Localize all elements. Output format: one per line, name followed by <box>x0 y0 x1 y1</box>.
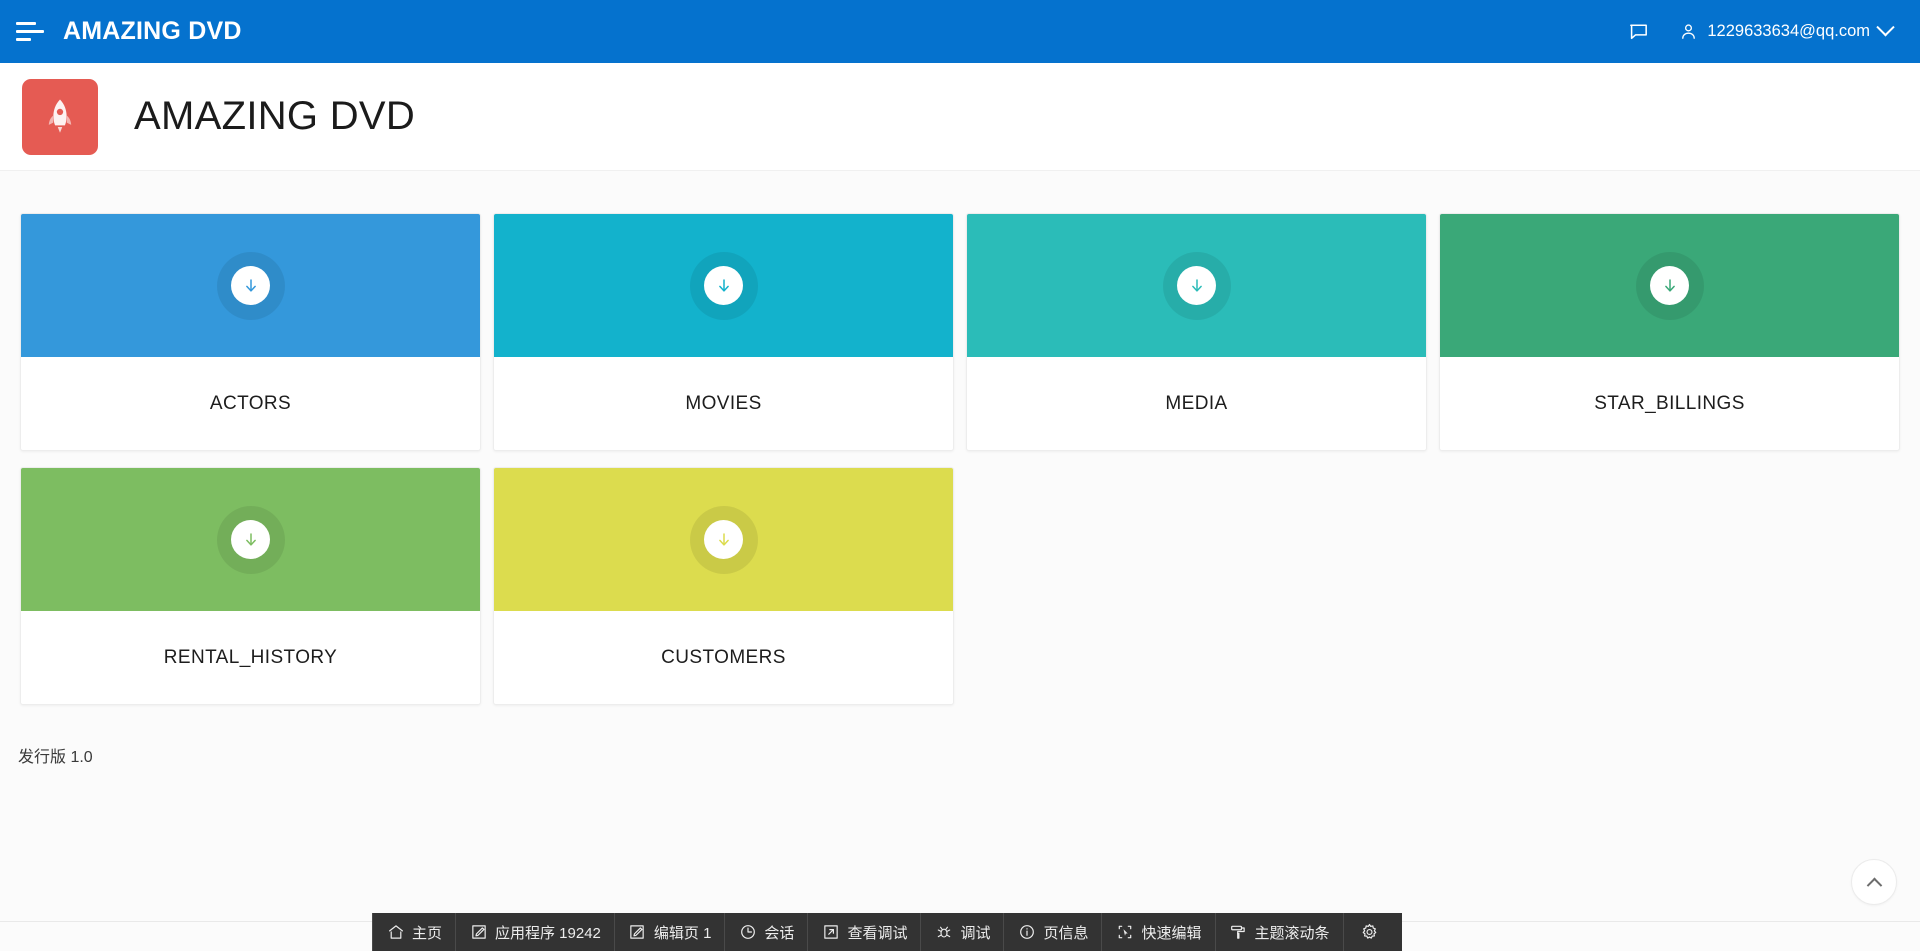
card-body: CUSTOMERS <box>494 611 953 704</box>
release-version-label: 发行版 1.0 <box>18 749 93 766</box>
card-label: RENTAL_HISTORY <box>163 646 338 668</box>
app-name-topbar: AMAZING DVD <box>63 17 242 45</box>
card-banner <box>21 468 480 611</box>
hamburger-line <box>16 22 36 25</box>
devbar-item-edit-page[interactable]: 编辑页 1 <box>615 913 726 951</box>
card-cell: CUSTOMERS <box>487 459 960 713</box>
application-header: AMAZING DVD <box>0 63 1920 171</box>
clock-icon <box>738 923 757 942</box>
card-label: STAR_BILLINGS <box>1594 392 1745 414</box>
developer-toolbar: 主页 应用程序 19242 编辑页 1 会话 查看调试 调试 页信息 快速编辑 … <box>372 913 1402 951</box>
card-cell: RENTAL_HISTORY <box>14 459 487 713</box>
hamburger-line <box>16 38 31 41</box>
card-label: CUSTOMERS <box>661 646 786 668</box>
devbar-item-settings[interactable] <box>1344 913 1402 951</box>
devbar-item-application[interactable]: 应用程序 19242 <box>456 913 615 951</box>
chevron-down-icon <box>1876 18 1895 37</box>
icon-ring <box>1635 251 1704 320</box>
devbar-label: 主页 <box>412 924 443 942</box>
hamburger-line <box>16 30 44 33</box>
edit-square-icon <box>469 923 488 942</box>
hamburger-icon[interactable] <box>0 0 60 63</box>
user-email-label: 1229633634@qq.com <box>1707 22 1870 40</box>
card-banner <box>494 468 953 611</box>
card-cell: MEDIA <box>960 205 1433 459</box>
devbar-item-view-debug[interactable]: 查看调试 <box>808 913 922 951</box>
devbar-label: 编辑页 1 <box>653 924 712 942</box>
icon-ring <box>1162 251 1231 320</box>
download-icon <box>704 520 743 559</box>
devbar-label: 调试 <box>960 924 991 942</box>
chevron-up-icon <box>1866 877 1882 893</box>
bug-icon <box>934 923 953 942</box>
devbar-label: 会话 <box>764 924 795 942</box>
devbar-item-debug[interactable]: 调试 <box>921 913 1005 951</box>
download-icon <box>231 520 270 559</box>
comment-icon[interactable] <box>1617 0 1659 63</box>
card-movies[interactable]: MOVIES <box>493 213 954 451</box>
user-menu[interactable]: 1229633634@qq.com <box>1673 0 1898 63</box>
card-cell: ACTORS <box>14 205 487 459</box>
devbar-item-session[interactable]: 会话 <box>725 913 809 951</box>
card-label: MOVIES <box>685 392 762 414</box>
download-icon <box>231 266 270 305</box>
paint-roller-icon <box>1229 923 1248 942</box>
card-customers[interactable]: CUSTOMERS <box>493 467 954 705</box>
card-label: MEDIA <box>1165 392 1228 414</box>
card-banner <box>1440 214 1899 357</box>
report-cards-grid: ACTORS MOVIES MEDIA STAR_BILLINGS RENTAL… <box>0 190 1920 713</box>
rocket-icon <box>22 78 98 155</box>
card-body: ACTORS <box>21 357 480 450</box>
page-title: AMAZING DVD <box>134 94 416 138</box>
top-navigation-bar: AMAZING DVD 1229633634@qq.com <box>0 0 1920 63</box>
card-rental-history[interactable]: RENTAL_HISTORY <box>20 467 481 705</box>
home-icon <box>386 923 405 942</box>
card-banner <box>967 214 1426 357</box>
card-body: MEDIA <box>967 357 1426 450</box>
card-actors[interactable]: ACTORS <box>20 213 481 451</box>
card-body: STAR_BILLINGS <box>1440 357 1899 450</box>
icon-ring <box>216 505 285 574</box>
card-star-billings[interactable]: STAR_BILLINGS <box>1439 213 1900 451</box>
devbar-item-home[interactable]: 主页 <box>372 913 457 951</box>
card-banner <box>21 214 480 357</box>
card-cell: STAR_BILLINGS <box>1433 205 1906 459</box>
card-body: MOVIES <box>494 357 953 450</box>
card-media[interactable]: MEDIA <box>966 213 1427 451</box>
cursor-select-icon <box>1115 923 1134 942</box>
topbar-right-group: 1229633634@qq.com <box>1617 0 1920 63</box>
icon-ring <box>689 251 758 320</box>
card-label: ACTORS <box>209 392 292 414</box>
scroll-to-top-button[interactable] <box>1851 859 1897 905</box>
devbar-label: 快速编辑 <box>1141 924 1202 942</box>
devbar-item-theme-roller[interactable]: 主题滚动条 <box>1216 913 1344 951</box>
devbar-item-quick-edit[interactable]: 快速编辑 <box>1102 913 1216 951</box>
gear-icon <box>1360 923 1379 942</box>
download-icon <box>1650 266 1689 305</box>
card-cell: MOVIES <box>487 205 960 459</box>
devbar-label: 应用程序 19242 <box>495 924 601 942</box>
devbar-label: 查看调试 <box>847 924 908 942</box>
icon-ring <box>216 251 285 320</box>
card-body: RENTAL_HISTORY <box>21 611 480 704</box>
user-icon <box>1679 21 1698 42</box>
edit-square-icon <box>628 923 647 942</box>
devbar-label: 页信息 <box>1043 924 1089 942</box>
download-icon <box>704 266 743 305</box>
devbar-item-page-info[interactable]: 页信息 <box>1004 913 1103 951</box>
icon-ring <box>689 505 758 574</box>
external-link-icon <box>821 923 840 942</box>
devbar-label: 主题滚动条 <box>1254 924 1330 942</box>
download-icon <box>1177 266 1216 305</box>
info-circle-icon <box>1017 923 1036 942</box>
card-banner <box>494 214 953 357</box>
